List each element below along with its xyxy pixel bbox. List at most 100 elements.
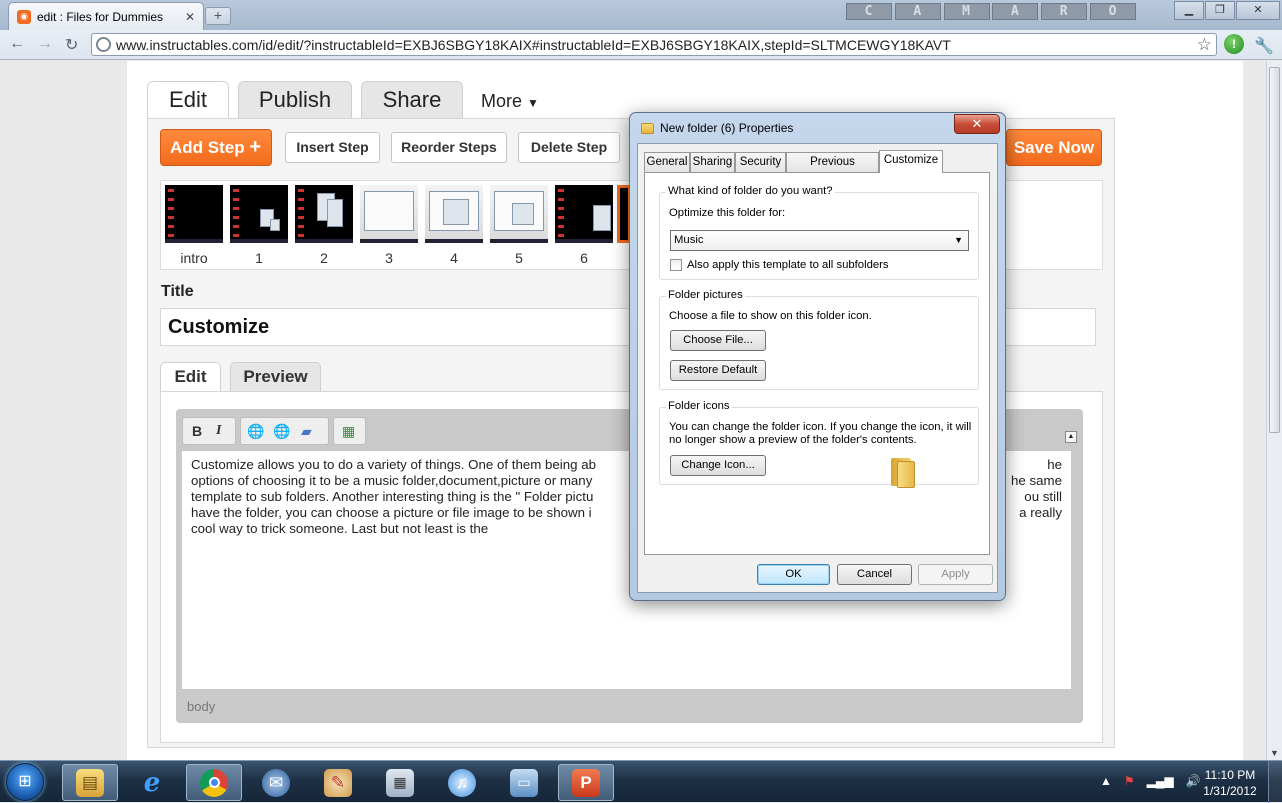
step-thumbnail-intro[interactable] bbox=[165, 185, 223, 243]
step-thumbnail-4[interactable] bbox=[425, 185, 483, 243]
tab-edit[interactable]: Edit bbox=[147, 81, 229, 119]
calculator-icon[interactable]: ▦ bbox=[372, 764, 428, 801]
show-desktop-button[interactable] bbox=[1268, 761, 1282, 803]
system-tray: ▲ ⚑ ▂▄▆ 🔊 bbox=[1100, 774, 1201, 788]
back-icon[interactable]: ← bbox=[9, 35, 25, 53]
theme-logo-letter: M bbox=[943, 3, 990, 20]
body-line: Customize allows you to do a variety of … bbox=[191, 457, 597, 472]
action-center-icon[interactable]: ⚑ bbox=[1124, 774, 1135, 788]
internet-explorer-icon[interactable]: e bbox=[124, 764, 180, 801]
folder-type-group: What kind of folder do you want? Optimiz… bbox=[659, 185, 979, 280]
tab-edit-body[interactable]: Edit bbox=[160, 362, 221, 392]
folder-icons-group: Folder icons You can change the folder i… bbox=[659, 400, 979, 488]
save-now-button[interactable]: Save Now bbox=[1006, 129, 1102, 166]
apply-subfolders-label: Also apply this template to all subfolde… bbox=[687, 259, 889, 271]
maximize-button[interactable]: ❐ bbox=[1205, 1, 1235, 20]
address-bar[interactable]: www.instructables.com/id/edit/?instructa… bbox=[91, 33, 1217, 56]
optimize-label: Optimize this folder for: bbox=[669, 207, 786, 219]
clock-date: 1/31/2012 bbox=[1203, 784, 1257, 798]
add-step-button[interactable]: Add Step + bbox=[160, 129, 272, 166]
new-tab-button[interactable]: + bbox=[205, 7, 231, 25]
extension-icon[interactable]: ! bbox=[1224, 34, 1244, 54]
checkbox-box[interactable] bbox=[670, 259, 682, 271]
change-icon-button[interactable]: Change Icon... bbox=[670, 455, 766, 476]
icons-description-2: no longer show a preview of the folder's… bbox=[669, 434, 917, 446]
media-icon[interactable]: ▦ bbox=[342, 423, 355, 440]
step-thumbnail-2[interactable] bbox=[295, 185, 353, 243]
window-controls: ▁ ❐ ✕ bbox=[1173, 1, 1280, 20]
tab-general[interactable]: General bbox=[644, 152, 690, 172]
dialog-body: General Sharing Security Previous Versio… bbox=[637, 143, 998, 593]
unlink-icon[interactable]: 🌐 bbox=[273, 423, 290, 440]
eraser-icon[interactable]: ▰ bbox=[301, 423, 312, 440]
folder-properties-dialog: New folder (6) Properties ✕ General Shar… bbox=[629, 112, 1006, 601]
close-window-button[interactable]: ✕ bbox=[1236, 1, 1280, 20]
network-icon[interactable]: ▭ bbox=[496, 764, 552, 801]
instructables-logo-icon: ◉ bbox=[17, 9, 31, 24]
explorer-icon[interactable]: ▤ bbox=[62, 764, 118, 801]
optimize-select[interactable]: Music ▼ bbox=[670, 230, 969, 251]
reorder-steps-button[interactable]: Reorder Steps bbox=[391, 132, 507, 163]
start-button[interactable]: ⊞ bbox=[6, 763, 44, 801]
dropdown-arrow-icon: ▼ bbox=[954, 235, 963, 245]
italic-icon[interactable]: I bbox=[216, 423, 221, 439]
tab-previous-versions[interactable]: Previous Versions bbox=[786, 152, 879, 186]
bookmark-star-icon[interactable]: ☆ bbox=[1197, 35, 1216, 55]
step-thumbnail-6[interactable] bbox=[555, 185, 613, 243]
scroll-down-icon[interactable]: ▼ bbox=[1270, 748, 1279, 758]
chrome-icon[interactable] bbox=[186, 764, 242, 801]
choose-file-button[interactable]: Choose File... bbox=[670, 330, 766, 351]
apply-subfolders-checkbox[interactable]: Also apply this template to all subfolde… bbox=[670, 259, 889, 271]
more-menu[interactable]: More ▼ bbox=[481, 91, 539, 112]
format-group: B I bbox=[182, 417, 236, 445]
ok-button[interactable]: OK bbox=[757, 564, 830, 585]
link-icon[interactable]: 🌐 bbox=[247, 423, 264, 440]
scrollbar-thumb[interactable] bbox=[1269, 67, 1280, 433]
clock[interactable]: 11:10 PM 1/31/2012 bbox=[1198, 767, 1262, 799]
delete-step-button[interactable]: Delete Step bbox=[518, 132, 620, 163]
tab-security[interactable]: Security bbox=[735, 152, 786, 172]
dialog-close-button[interactable]: ✕ bbox=[954, 114, 1000, 134]
step-label: intro bbox=[180, 250, 208, 266]
browser-toolbar: ← → ↻ www.instructables.com/id/edit/?ins… bbox=[0, 30, 1282, 60]
tab-preview[interactable]: Preview bbox=[230, 362, 321, 392]
taskbar: ⊞ ▤ e ✉ ✎ ▦ ♫ ▭ P ▲ ⚑ ▂▄▆ 🔊 11:10 PM 1/3… bbox=[0, 760, 1282, 803]
itunes-icon[interactable]: ♫ bbox=[434, 764, 490, 801]
step-thumbnail-1[interactable] bbox=[230, 185, 288, 243]
apply-button[interactable]: Apply bbox=[918, 564, 993, 585]
step-label: 1 bbox=[255, 250, 263, 266]
step-thumbnail-3[interactable] bbox=[360, 185, 418, 243]
insert-step-button[interactable]: Insert Step bbox=[285, 132, 380, 163]
reload-icon[interactable]: ↻ bbox=[65, 35, 78, 55]
restore-default-button[interactable]: Restore Default bbox=[670, 360, 766, 381]
body-line: cool way to trick someone. Last but not … bbox=[191, 521, 489, 536]
group-title: What kind of folder do you want? bbox=[666, 185, 835, 197]
theme-logo-letter: A bbox=[894, 3, 941, 20]
show-hidden-icons-icon[interactable]: ▲ bbox=[1100, 774, 1112, 788]
theme-logo-letter: R bbox=[1041, 3, 1088, 20]
powerpoint-icon[interactable]: P bbox=[558, 764, 614, 801]
page-scrollbar[interactable]: ▼ bbox=[1266, 61, 1282, 760]
forward-icon[interactable]: → bbox=[37, 35, 53, 53]
tab-customize[interactable]: Customize bbox=[879, 150, 943, 173]
cancel-button[interactable]: Cancel bbox=[837, 564, 912, 585]
network-signal-icon[interactable]: ▂▄▆ bbox=[1147, 774, 1174, 788]
minimize-button[interactable]: ▁ bbox=[1174, 1, 1204, 20]
url-text: www.instructables.com/id/edit/?instructa… bbox=[116, 36, 951, 53]
step-label: 4 bbox=[450, 250, 458, 266]
paint-icon[interactable]: ✎ bbox=[310, 764, 366, 801]
close-tab-icon[interactable]: ✕ bbox=[185, 10, 195, 24]
bold-icon[interactable]: B bbox=[192, 423, 202, 439]
tab-sharing[interactable]: Sharing bbox=[690, 152, 735, 172]
tab-share[interactable]: Share bbox=[361, 81, 463, 119]
browser-tab[interactable]: ◉ edit : Files for Dummies ✕ bbox=[8, 2, 204, 30]
editor-collapse-icon[interactable]: ▲ bbox=[1065, 431, 1077, 443]
step-thumbnail-5[interactable] bbox=[490, 185, 548, 243]
wrench-menu-icon[interactable]: 🔧 bbox=[1254, 36, 1274, 56]
browser-tab-title: edit : Files for Dummies bbox=[37, 9, 164, 24]
folder-icon bbox=[641, 122, 654, 134]
tab-publish[interactable]: Publish bbox=[238, 81, 352, 119]
customize-panel: What kind of folder do you want? Optimiz… bbox=[644, 172, 990, 555]
dialog-titlebar: New folder (6) Properties bbox=[641, 121, 793, 135]
thunderbird-icon[interactable]: ✉ bbox=[248, 764, 304, 801]
